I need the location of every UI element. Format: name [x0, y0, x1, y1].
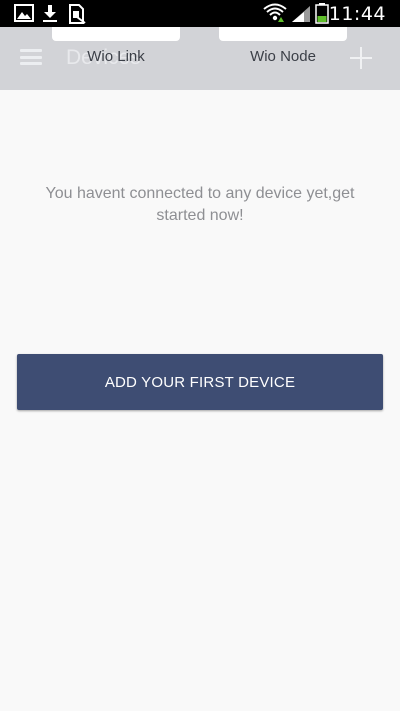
- signal-icon: [292, 6, 310, 22]
- device-option-wio-node[interactable]: Wio Node: [219, 27, 347, 67]
- clock: 11:44: [328, 3, 386, 25]
- plus-icon[interactable]: [350, 47, 372, 69]
- device-option-label: Wio Node: [250, 48, 316, 65]
- device-image-card: [52, 27, 180, 41]
- sim-card-icon: [69, 4, 86, 24]
- device-option-label: Wio Link: [87, 48, 145, 65]
- device-image-card: [219, 27, 347, 41]
- battery-icon: [315, 3, 329, 24]
- download-icon: [43, 5, 57, 22]
- empty-state-message: You havent connected to any device yet,g…: [45, 185, 355, 224]
- device-option-wio-link[interactable]: Wio Link: [52, 27, 180, 67]
- wifi-icon: [263, 3, 287, 22]
- gallery-icon: [14, 4, 34, 22]
- add-first-device-button[interactable]: ADD YOUR FIRST DEVICE: [17, 354, 383, 410]
- status-bar: 11:44: [0, 0, 400, 27]
- hamburger-menu-icon[interactable]: [20, 49, 42, 65]
